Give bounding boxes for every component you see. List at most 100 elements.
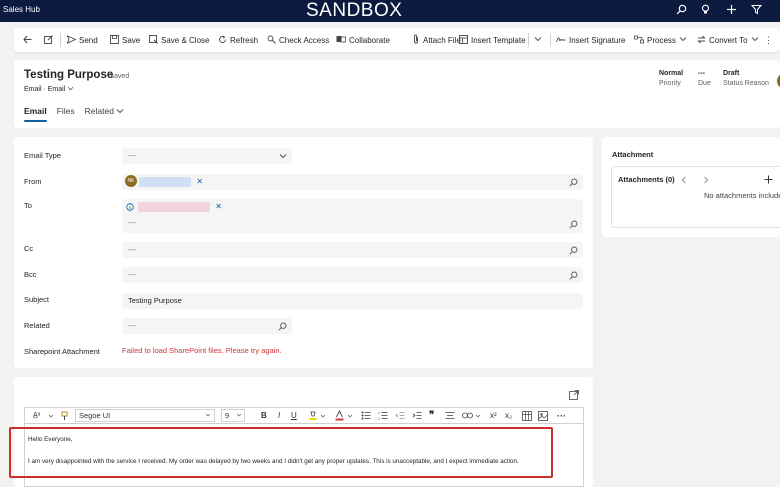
chevron-down-icon[interactable] <box>475 414 481 418</box>
insert-template-button[interactable]: Insert Template <box>459 28 526 52</box>
image-icon[interactable] <box>538 411 548 421</box>
app-name[interactable]: Sales Hub <box>3 5 40 14</box>
check-access-icon <box>267 35 276 46</box>
attachment-title: Attachment <box>612 150 654 159</box>
chevron-down-icon[interactable] <box>320 414 326 418</box>
attach-file-button[interactable]: Attach File <box>412 28 461 52</box>
table-icon[interactable] <box>522 411 532 421</box>
popout-button[interactable] <box>44 28 53 52</box>
check-access-button[interactable]: Check Access <box>267 28 329 52</box>
paperclip-icon <box>412 34 420 46</box>
search-icon[interactable] <box>569 178 578 187</box>
process-button[interactable]: Process <box>634 28 687 52</box>
entity-form-line: Email · Email <box>24 86 74 93</box>
align-icon[interactable] <box>445 411 455 420</box>
email-type-select[interactable]: --- <box>122 148 292 164</box>
to-lookup[interactable]: ✕ --- <box>122 199 583 233</box>
refresh-icon <box>218 35 227 46</box>
save-close-button[interactable]: Save & Close <box>149 28 209 52</box>
form-selector[interactable]: Email <box>48 86 74 93</box>
chevron-left-icon[interactable] <box>681 176 687 184</box>
subject-field[interactable]: Testing Purpose <box>122 293 583 309</box>
send-label: Send <box>79 35 98 45</box>
process-icon <box>634 35 644 46</box>
bullet-list-icon[interactable] <box>361 411 371 420</box>
related-lookup[interactable]: --- <box>122 318 292 334</box>
search-icon[interactable] <box>569 271 578 280</box>
signature-icon <box>556 35 566 46</box>
tab-files[interactable]: Files <box>57 106 75 120</box>
related-label: Related <box>24 321 50 330</box>
from-lookup[interactable]: NK ✕ <box>122 174 583 190</box>
search-icon[interactable] <box>569 220 578 229</box>
highlight-color-icon[interactable] <box>309 411 317 421</box>
due-value: --- <box>698 70 705 77</box>
search-icon[interactable] <box>674 4 688 18</box>
priority-field: Normal Priority <box>659 70 683 87</box>
italic-icon[interactable]: I <box>278 408 280 424</box>
cc-lookup[interactable]: --- <box>122 242 583 258</box>
collaborate-button[interactable]: Collaborate <box>336 28 390 52</box>
save-button[interactable]: Save <box>110 28 140 52</box>
to-input-row: --- <box>126 215 583 231</box>
chevron-right-icon[interactable] <box>703 176 709 184</box>
save-close-label: Save & Close <box>161 35 210 45</box>
bcc-label: Bcc <box>24 270 37 279</box>
add-attachment-icon[interactable] <box>764 175 773 184</box>
save-icon <box>110 34 119 46</box>
subject-label: Subject <box>24 295 50 304</box>
link-icon[interactable] <box>462 412 473 419</box>
to-recipient-redacted <box>138 202 211 213</box>
convert-to-button[interactable]: Convert To <box>697 28 759 52</box>
font-color-icon[interactable] <box>335 410 344 421</box>
font-size-select[interactable]: 9 <box>221 409 245 422</box>
font-family-select[interactable]: Segoe UI <box>75 409 215 422</box>
to-recipient-row: ✕ <box>126 199 583 215</box>
highlight-format-icon[interactable] <box>61 411 68 421</box>
plus-icon[interactable] <box>724 4 738 18</box>
back-button[interactable] <box>23 28 32 52</box>
divider <box>60 33 61 47</box>
subscript-icon[interactable]: x₂ <box>505 408 512 424</box>
body-greeting: Hello Everyone, <box>28 436 73 443</box>
increase-indent-icon[interactable] <box>412 411 422 420</box>
refresh-button[interactable]: Refresh <box>218 28 258 52</box>
left-gutter <box>0 22 6 487</box>
save-status: - Saved <box>105 73 130 80</box>
more-template-chevron[interactable] <box>534 28 542 52</box>
chevron-down-icon <box>67 86 74 91</box>
search-icon[interactable] <box>569 246 578 255</box>
remove-to-icon[interactable]: ✕ <box>215 202 222 211</box>
chevron-down-icon <box>279 154 287 159</box>
form-name: Email <box>47 86 66 93</box>
insert-signature-button[interactable]: Insert Signature <box>556 28 625 52</box>
numbered-list-icon[interactable]: 12 <box>378 411 388 420</box>
expand-icon[interactable] <box>569 390 579 400</box>
collaborate-label: Collaborate <box>349 35 390 45</box>
email-type-value: --- <box>128 151 136 160</box>
filter-icon[interactable] <box>749 4 763 18</box>
tab-email[interactable]: Email <box>24 106 47 122</box>
format-painter-icon[interactable]: A̲ᵃ <box>33 408 40 424</box>
more-tools-icon[interactable]: ··· <box>557 408 566 424</box>
chevron-down-icon <box>534 36 542 44</box>
chevron-down-icon[interactable] <box>347 414 353 418</box>
search-icon[interactable] <box>278 322 287 331</box>
quote-icon[interactable]: ❞ <box>429 408 434 424</box>
bcc-lookup[interactable]: --- <box>122 267 583 283</box>
process-label: Process <box>647 35 676 45</box>
lightbulb-icon[interactable] <box>698 4 712 18</box>
underline-icon[interactable]: U <box>291 408 297 424</box>
tab-related[interactable]: Related <box>85 106 125 120</box>
from-avatar: NK <box>125 175 137 188</box>
attachment-count: Attachments (0) <box>618 175 675 184</box>
remove-from-icon[interactable]: ✕ <box>196 177 203 186</box>
chevron-down-icon[interactable] <box>48 414 54 418</box>
bold-icon[interactable]: B <box>261 408 267 424</box>
superscript-icon[interactable]: x² <box>490 408 497 424</box>
command-bar: Send Save Save & Close Refresh Check Acc… <box>14 28 780 52</box>
overflow-button[interactable]: ⋮ <box>764 28 773 52</box>
send-button[interactable]: Send <box>66 28 98 52</box>
decrease-indent-icon[interactable] <box>395 411 405 420</box>
tab-related-label: Related <box>84 106 114 116</box>
